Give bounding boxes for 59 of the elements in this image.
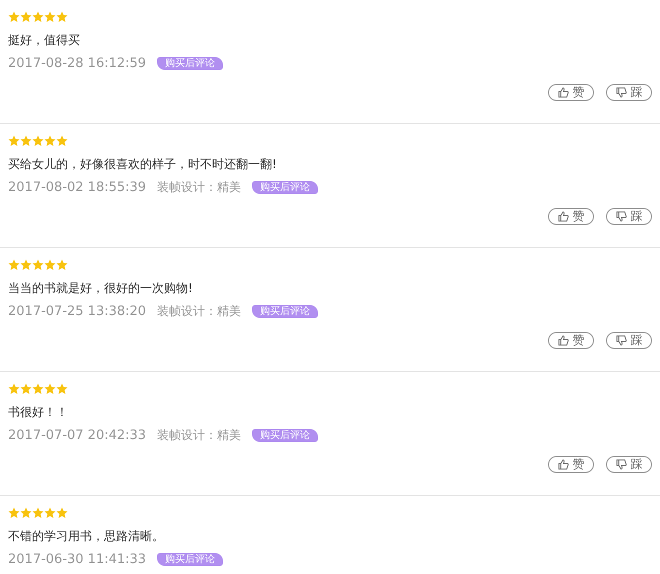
filled-star-icon <box>32 259 44 271</box>
filled-star-icon <box>44 11 56 23</box>
purchase-badge: 购买后评论 <box>252 180 318 194</box>
filled-star-icon <box>8 507 20 519</box>
filled-star-icon <box>56 507 68 519</box>
review-time: 2017-06-30 11:41:33 <box>8 552 146 566</box>
binding-design: 装帧设计：精美 <box>157 426 242 444</box>
dislike-button[interactable]: 踩 <box>606 208 652 225</box>
filled-star-icon <box>44 507 56 519</box>
filled-star-icon <box>32 11 44 23</box>
filled-star-icon <box>32 507 44 519</box>
thumbs-up-icon <box>558 335 568 346</box>
purchase-badge: 购买后评论 <box>252 428 318 442</box>
like-button[interactable]: 赞 <box>548 84 594 101</box>
thumbs-up-icon <box>558 87 568 98</box>
review-text: 书很好！！ <box>8 404 69 420</box>
filled-star-icon <box>44 383 56 395</box>
filled-star-icon <box>20 383 32 395</box>
thumbs-up-icon <box>558 211 568 222</box>
filled-star-icon <box>20 507 32 519</box>
like-button[interactable]: 赞 <box>548 208 594 225</box>
filled-star-icon <box>8 11 20 23</box>
like-button[interactable]: 赞 <box>548 456 594 473</box>
purchase-badge: 购买后评论 <box>157 552 224 566</box>
dislike-button[interactable]: 踩 <box>606 456 652 473</box>
filled-star-icon <box>20 11 32 23</box>
thumbs-down-icon <box>616 459 626 470</box>
filled-star-icon <box>56 383 68 395</box>
review-time: 2017-08-28 16:12:59 <box>8 56 146 70</box>
dislike-button[interactable]: 踩 <box>606 84 652 101</box>
filled-star-icon <box>20 259 32 271</box>
like-button[interactable]: 赞 <box>548 332 594 349</box>
filled-star-icon <box>56 259 68 271</box>
purchase-badge: 购买后评论 <box>157 56 224 70</box>
review-text: 当当的书就是好，很好的一次购物! <box>8 280 194 296</box>
review-text: 买给女儿的，好像很喜欢的样子，时不时还翻一翻! <box>8 156 278 172</box>
review-time: 2017-08-02 18:55:39 <box>8 180 146 194</box>
thumbs-down-icon <box>616 335 626 346</box>
thumbs-down-icon <box>616 87 626 98</box>
filled-star-icon <box>56 135 68 147</box>
review-time: 2017-07-25 13:38:20 <box>8 304 146 318</box>
filled-star-icon <box>32 135 44 147</box>
filled-star-icon <box>8 383 20 395</box>
thumbs-down-icon <box>616 211 626 222</box>
filled-star-icon <box>8 135 20 147</box>
review-text: 不错的学习用书，思路清晰。 <box>8 528 165 544</box>
filled-star-icon <box>44 259 56 271</box>
filled-star-icon <box>44 135 56 147</box>
filled-star-icon <box>56 11 68 23</box>
review-time: 2017-07-07 20:42:33 <box>8 428 146 442</box>
review-text: 挺好，值得买 <box>8 32 81 48</box>
binding-design: 装帧设计：精美 <box>157 178 242 196</box>
filled-star-icon <box>8 259 20 271</box>
filled-star-icon <box>32 383 44 395</box>
purchase-badge: 购买后评论 <box>252 304 318 318</box>
filled-star-icon <box>20 135 32 147</box>
binding-design: 装帧设计：精美 <box>157 302 242 320</box>
dislike-button[interactable]: 踩 <box>606 332 652 349</box>
thumbs-up-icon <box>558 459 568 470</box>
